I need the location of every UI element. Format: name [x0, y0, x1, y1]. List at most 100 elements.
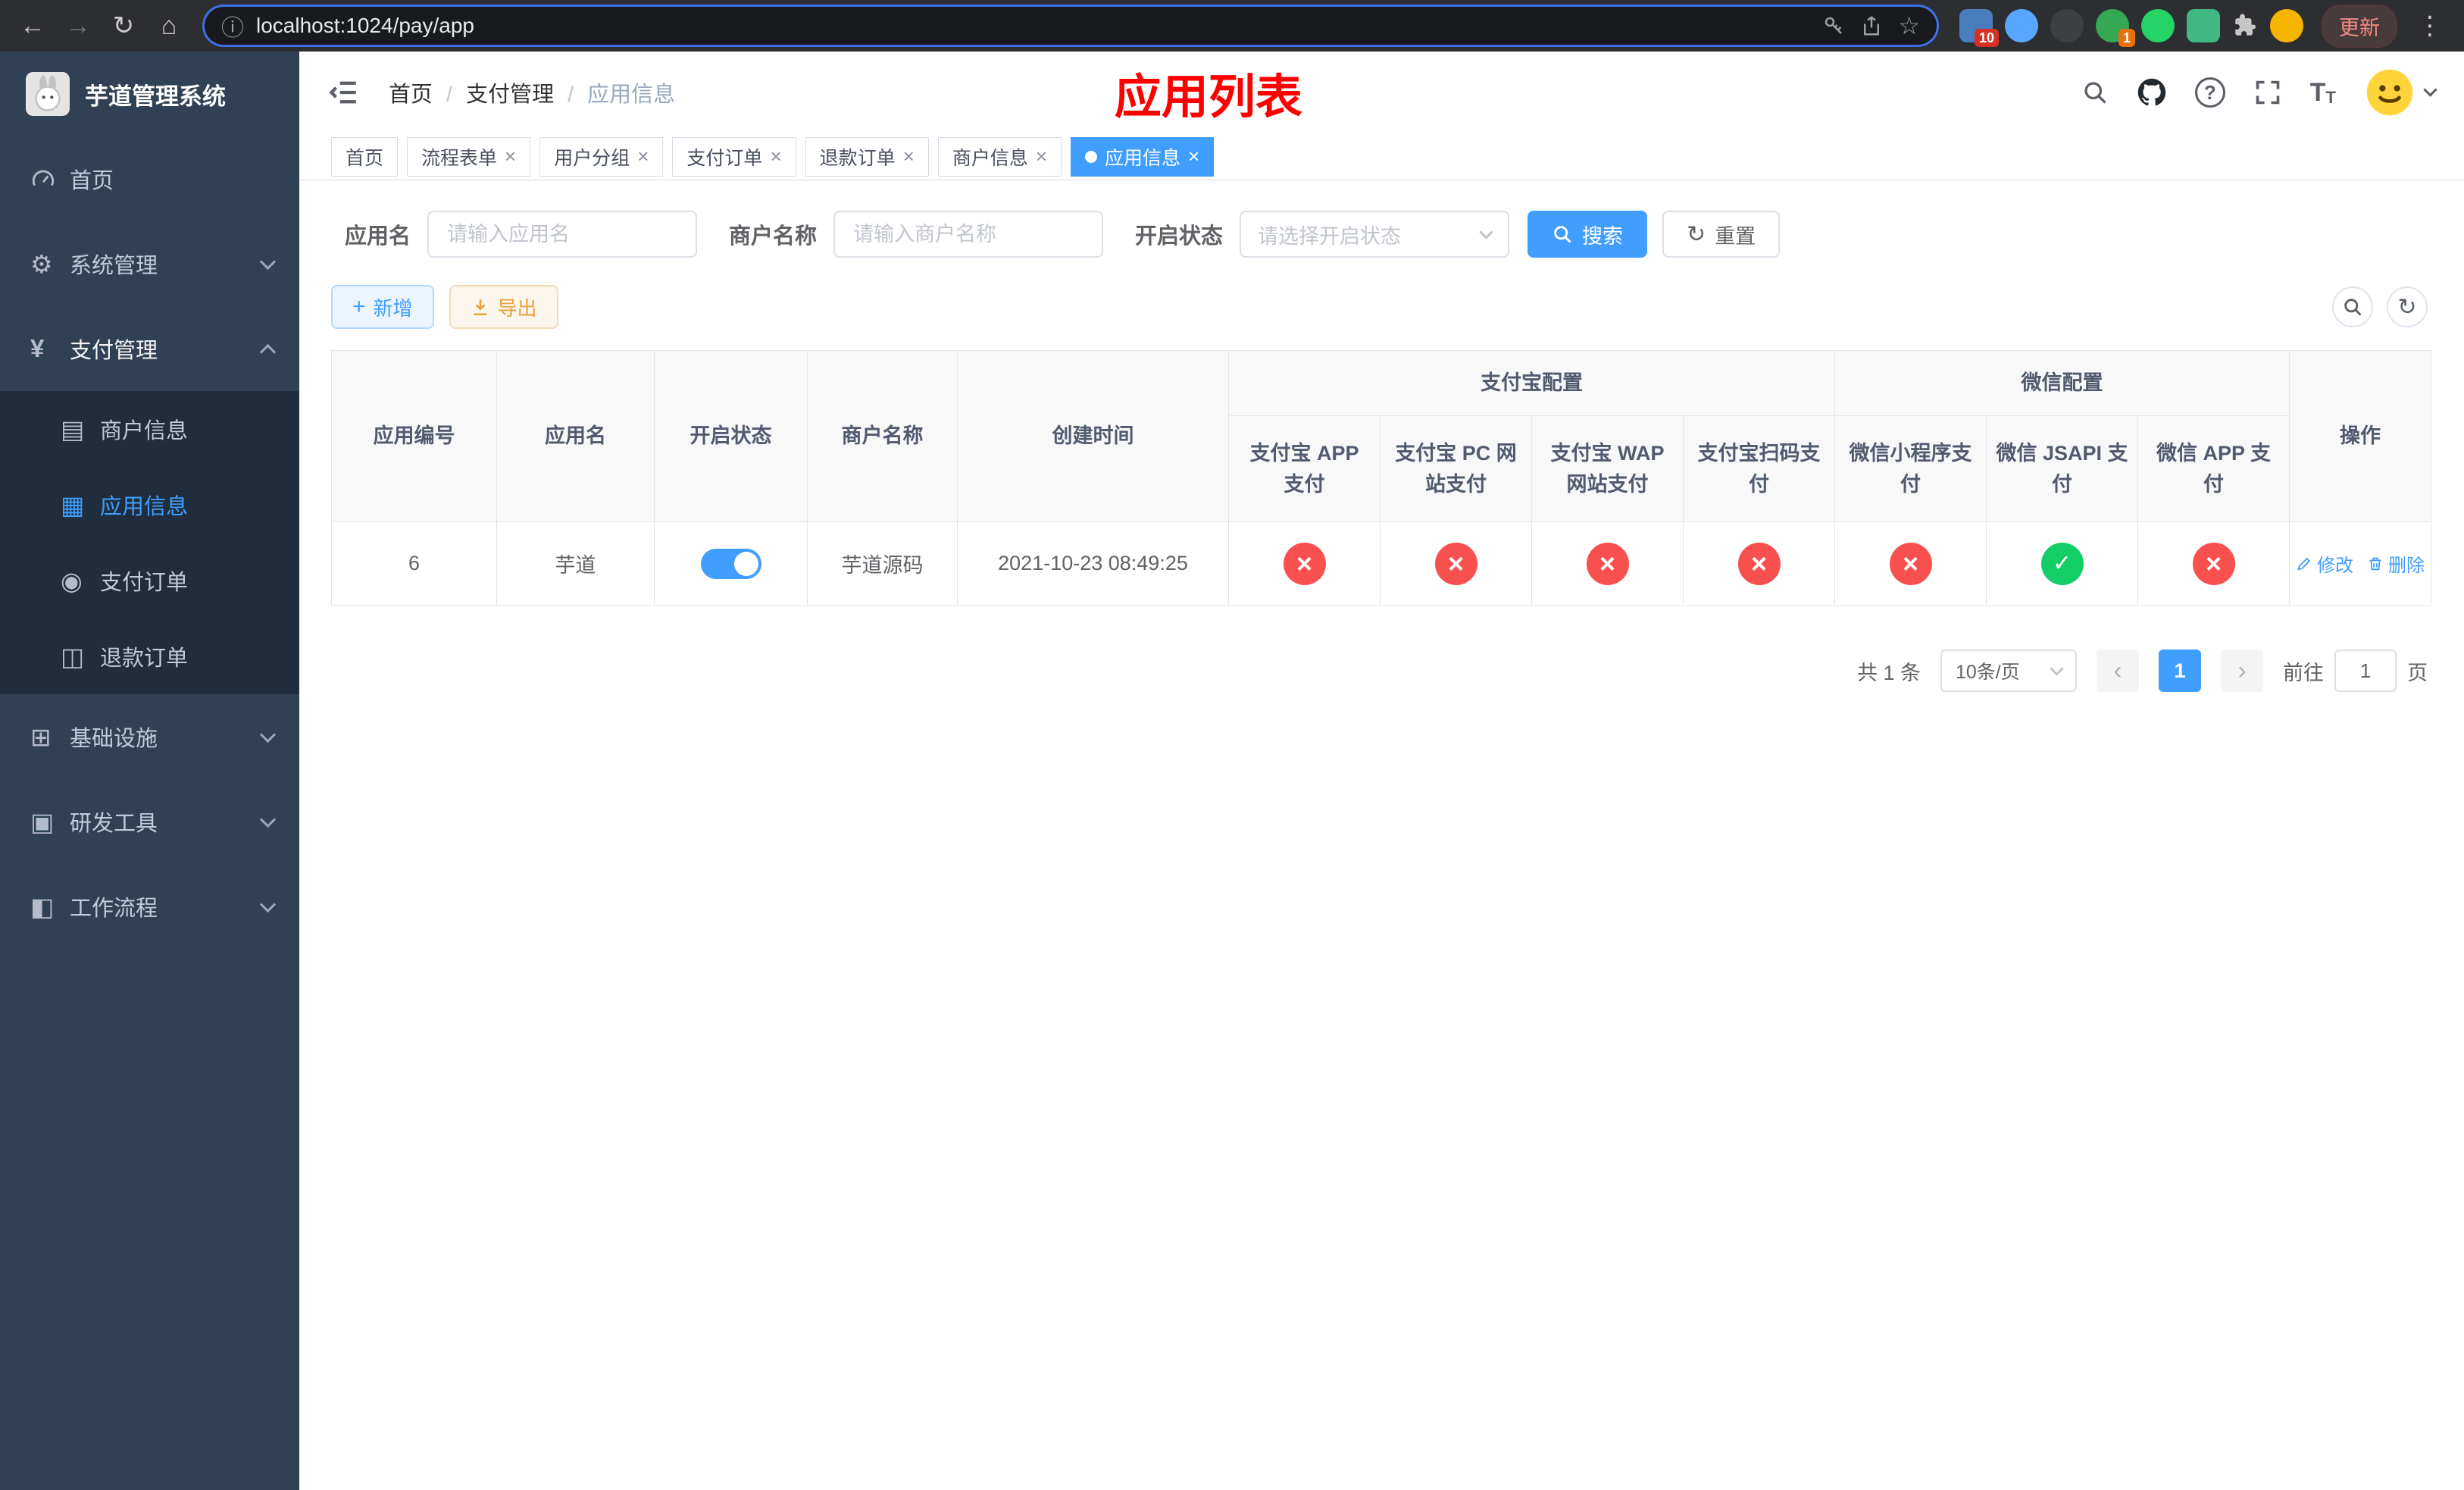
- site-info-icon[interactable]: ⓘ: [221, 9, 244, 42]
- share-icon[interactable]: [1860, 14, 1883, 37]
- merchant-name-input[interactable]: [833, 211, 1104, 258]
- hamburger-icon[interactable]: [328, 77, 360, 108]
- extension-icon[interactable]: 10: [1959, 9, 1999, 47]
- navbar-actions: ? TT: [2081, 67, 2437, 117]
- refresh-table-button[interactable]: ↻: [2387, 286, 2428, 327]
- cell-create-time: 2021-10-23 08:49:25: [957, 521, 1229, 606]
- tab-pay-order[interactable]: 支付订单: [672, 136, 796, 177]
- add-button[interactable]: 新增: [331, 285, 434, 329]
- browser-chrome: ← → ↻ ⌂ ⓘ localhost:1024/pay/app ☆ 10 1: [0, 0, 2464, 52]
- cell-actions: 修改 删除: [2289, 521, 2432, 606]
- sidebar-item-home[interactable]: 首页: [0, 136, 299, 221]
- tab-refund-order[interactable]: 退款订单: [805, 136, 929, 177]
- extension-icon[interactable]: 1: [2096, 9, 2135, 47]
- close-icon[interactable]: [903, 145, 915, 168]
- prev-page-button[interactable]: ‹: [2097, 650, 2139, 692]
- sidebar-item-workflow[interactable]: ◧ 工作流程: [0, 864, 299, 949]
- status-switch[interactable]: [700, 548, 761, 579]
- sidebar-item-system-management[interactable]: ⚙ 系统管理: [0, 221, 299, 306]
- extension-icon[interactable]: [2141, 9, 2175, 42]
- browser-back-button[interactable]: ←: [12, 5, 53, 46]
- col-header-alipay-pc: 支付宝 PC 网站支付: [1380, 415, 1532, 522]
- sidebar-item-infrastructure[interactable]: ⊞ 基础设施: [0, 694, 299, 779]
- app-name-input[interactable]: [427, 211, 698, 258]
- extension-icon[interactable]: [2187, 9, 2220, 42]
- close-icon[interactable]: [1036, 145, 1047, 168]
- cell-merchant: 芋道源码: [807, 521, 958, 606]
- sidebar-item-label: 退款订单: [100, 646, 189, 671]
- chevron-down-icon: [1479, 224, 1493, 239]
- sidebar-item-label: 基础设施: [70, 727, 158, 751]
- browser-menu-icon[interactable]: ⋮: [2408, 11, 2452, 41]
- browser-home-button[interactable]: ⌂: [149, 5, 189, 46]
- help-icon[interactable]: ?: [2194, 77, 2225, 108]
- tab-label: 商户信息: [952, 147, 1028, 169]
- delete-button[interactable]: 删除: [2367, 550, 2425, 577]
- close-icon[interactable]: [637, 145, 649, 168]
- app-logo[interactable]: 芋道管理系统: [0, 52, 299, 136]
- tab-label: 退款订单: [819, 147, 896, 169]
- sidebar-item-refund-order[interactable]: ◫ 退款订单: [0, 618, 299, 694]
- dashboard-icon: [30, 166, 70, 192]
- sidebar-item-dev-tools[interactable]: ▣ 研发工具: [0, 779, 299, 864]
- tab-home[interactable]: 首页: [331, 136, 399, 177]
- close-icon[interactable]: [770, 145, 781, 168]
- active-dot-icon: [1085, 150, 1098, 163]
- trash-icon: [2369, 557, 2381, 570]
- tab-app-info[interactable]: 应用信息: [1071, 136, 1215, 177]
- col-group-alipay: 支付宝配置: [1228, 350, 1835, 416]
- disabled-cross-icon: [1586, 542, 1629, 585]
- browser-forward-button[interactable]: →: [58, 5, 98, 46]
- cell-alipay-pc: [1380, 521, 1532, 606]
- avatar-emoji-icon: [2366, 69, 2413, 116]
- tab-user-group[interactable]: 用户分组: [539, 136, 664, 177]
- search-button[interactable]: 搜索: [1527, 211, 1648, 258]
- breadcrumb-section: 支付管理: [433, 77, 554, 108]
- tab-merchant-info[interactable]: 商户信息: [937, 136, 1062, 177]
- font-size-icon[interactable]: TT: [2310, 78, 2336, 108]
- browser-update-button[interactable]: 更新: [2322, 4, 2397, 48]
- close-icon[interactable]: [1188, 145, 1199, 168]
- tools-icon: ▣: [30, 807, 55, 836]
- sidebar-item-merchant-info[interactable]: ▤ 商户信息: [0, 391, 299, 467]
- cell-wechat-mini: [1834, 521, 1987, 606]
- cell-status: [654, 521, 808, 606]
- extension-icon[interactable]: [2050, 9, 2084, 42]
- chevron-up-icon: [259, 343, 277, 360]
- cell-app-name: 芋道: [496, 521, 655, 606]
- sidebar-item-pay-order[interactable]: ◉ 支付订单: [0, 543, 299, 618]
- close-icon[interactable]: [505, 145, 516, 168]
- edit-button[interactable]: 修改: [2296, 550, 2353, 577]
- breadcrumb-home[interactable]: 首页: [389, 77, 433, 108]
- sidebar-item-payment-management[interactable]: ¥ 支付管理: [0, 306, 299, 391]
- goto-prefix-label: 前往: [2283, 661, 2324, 684]
- tab-flow-form[interactable]: 流程表单: [407, 136, 531, 177]
- extension-icon[interactable]: [2005, 9, 2038, 42]
- fullscreen-icon[interactable]: [2254, 79, 2281, 106]
- goto-page-input[interactable]: [2334, 650, 2397, 692]
- plus-icon: [352, 296, 366, 319]
- export-button[interactable]: 导出: [449, 285, 558, 329]
- filter-form: 应用名 商户名称 开启状态 请选择开启状态 搜: [345, 211, 2428, 258]
- current-page-button[interactable]: 1: [2159, 650, 2201, 692]
- reset-button[interactable]: ↻ 重置: [1662, 211, 1781, 258]
- bookmark-star-icon[interactable]: ☆: [1898, 11, 1920, 40]
- cell-alipay-qr: [1683, 521, 1835, 606]
- github-icon[interactable]: [2137, 78, 2166, 107]
- next-page-button[interactable]: ›: [2221, 650, 2263, 692]
- status-select[interactable]: 请选择开启状态: [1240, 211, 1510, 258]
- toggle-search-button[interactable]: [2332, 286, 2373, 327]
- page-title: 应用列表: [1114, 71, 1302, 124]
- page-size-select[interactable]: 10条/页: [1940, 650, 2077, 692]
- user-avatar[interactable]: [2365, 67, 2437, 117]
- browser-profile-avatar[interactable]: [2270, 9, 2303, 42]
- app-name-label: 应用名: [345, 224, 411, 249]
- password-key-icon[interactable]: [1822, 14, 1845, 37]
- address-bar[interactable]: ⓘ localhost:1024/pay/app ☆: [205, 7, 1937, 45]
- sidebar-item-label: 系统管理: [70, 254, 158, 278]
- url-text[interactable]: localhost:1024/pay/app: [256, 14, 1810, 38]
- browser-refresh-button[interactable]: ↻: [103, 5, 144, 46]
- search-icon[interactable]: [2081, 79, 2109, 106]
- extensions-puzzle-icon[interactable]: [2232, 13, 2258, 39]
- sidebar-item-app-info[interactable]: ▦ 应用信息: [0, 467, 299, 543]
